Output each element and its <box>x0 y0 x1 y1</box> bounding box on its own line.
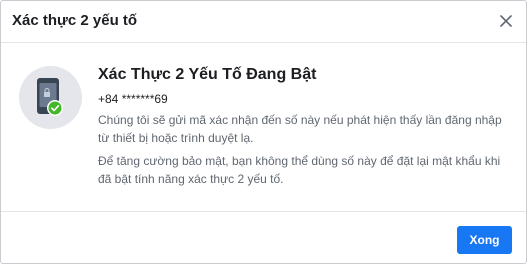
phone-check-icon <box>19 66 82 129</box>
phone-number: +84 *******69 <box>98 92 168 106</box>
done-button[interactable]: Xong <box>457 226 512 254</box>
info-paragraph-2: Để tăng cường bảo mật, bạn không thể dùn… <box>98 154 501 186</box>
two-factor-dialog: Xác thực 2 yếu tố Xác Thực 2 Yếu Tố Đang… <box>0 0 527 264</box>
dialog-header: Xác thực 2 yếu tố <box>1 1 526 43</box>
close-icon[interactable] <box>499 14 513 28</box>
status-heading: Xác Thực 2 Yếu Tố Đang Bật <box>98 66 317 83</box>
info-paragraph-1: Chúng tôi sẽ gửi mã xác nhận đến số này … <box>98 113 502 145</box>
status-content: Xác Thực 2 Yếu Tố Đang Bật +84 *******69… <box>98 65 513 188</box>
dialog-footer: Xong <box>1 211 526 264</box>
dialog-title: Xác thực 2 yếu tố <box>12 12 138 29</box>
